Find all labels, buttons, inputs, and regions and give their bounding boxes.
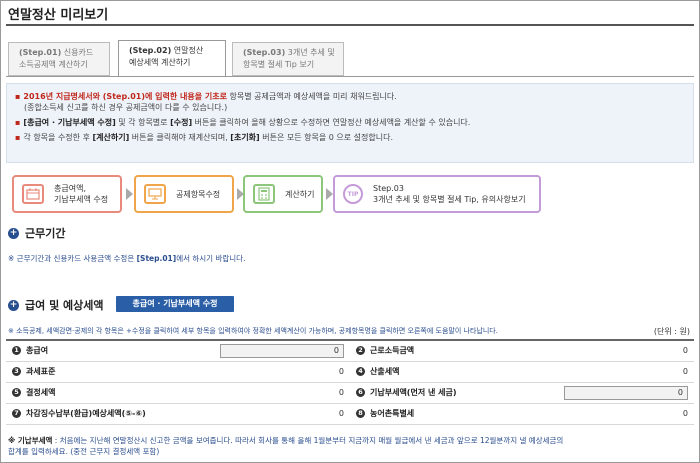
flow-line2: 기납부세액 수정 (54, 195, 109, 204)
notice-box: ▪ 2016년 지급명세서와 (Step.01)에 입력한 내용을 기초로 항목별… (6, 83, 694, 163)
number-badge: 1 (12, 346, 21, 356)
amount-value: 0 (338, 367, 344, 376)
number-badge: 4 (356, 367, 365, 376)
tab-line1: 연말정산 (171, 46, 204, 55)
amount-value: 0 (338, 388, 344, 397)
row-label-text: 차감징수납부(환급)예상세액(⑤-⑥) (26, 409, 146, 418)
section-heading: 근무기간 (25, 227, 66, 240)
edit-salary-tax-button[interactable]: 총급여 · 기납부세액 수정 (116, 296, 234, 312)
section-heading: 급여 및 예상세액 (25, 299, 104, 312)
row-value: 0 (196, 402, 350, 425)
flow-step-calculate[interactable]: 계산하기 (243, 175, 323, 213)
notice-line-2: (종합소득세 신고를 하신 경우 공제금액이 다를 수 있습니다.) (24, 103, 228, 112)
tab-step-label: (Step.01) (19, 48, 62, 57)
plus-icon: + (8, 299, 19, 311)
flow-line2: 3개년 추세 및 항목별 절세 Tip, 유의사항보기 (373, 195, 526, 204)
tab-line2: 예상세액 계산하기 (129, 58, 191, 67)
tab-line1: 신용카드 (61, 48, 94, 57)
tab-step-label: (Step.02) (129, 46, 172, 55)
tip-icon: TIP (343, 184, 363, 204)
row-label-text: 근로소득금액 (370, 346, 415, 356)
notice-line-1: ▪ 2016년 지급명세서와 (Step.01)에 입력한 내용을 기초로 항목별… (15, 92, 397, 101)
number-badge: 8 (356, 409, 365, 418)
row-label[interactable]: 1 총급여 (6, 339, 196, 362)
table-row: 3 과세표준 0 4 산출세액 0 (6, 360, 694, 383)
flow-line1: 공제항목수정 (176, 189, 221, 199)
flow-step-03-tips[interactable]: TIP Step.03 3개년 추세 및 항목별 절세 Tip, 유의사항보기 (333, 175, 541, 213)
row-label-text: 과세표준 (26, 367, 56, 376)
flow-line1: 총급여액, (54, 184, 86, 193)
tab-step-03[interactable]: (Step.03) 3개년 추세 및 항목별 절세 Tip 보기 (232, 42, 344, 76)
number-badge: 2 (356, 346, 365, 356)
row-value: 0 (196, 381, 350, 404)
salary-note: ※ 소득공제, 세액감면·공제의 각 항목은 +수정을 클릭하여 세부 항목을 … (8, 327, 498, 335)
section-salary: + 급여 및 예상세액 (8, 297, 104, 313)
row-value: 0 (540, 360, 694, 383)
table-row: 5 결정세액 0 6 기납부세액(먼저 낸 세금) 0 (6, 381, 694, 404)
row-label-text: 기납부세액(먼저 낸 세금) (370, 388, 457, 397)
row-label-text: 산출세액 (370, 367, 400, 376)
number-badge: 7 (12, 409, 21, 418)
tab-line2: 소득공제액 계산하기 (19, 60, 88, 69)
number-badge: 3 (12, 367, 21, 376)
flow-arrow (126, 188, 133, 200)
flow-line1: 계산하기 (285, 189, 315, 199)
row-label[interactable]: 7 차감징수납부(환급)예상세액(⑤-⑥) (6, 402, 196, 425)
work-period-note: ※ 근무기간과 신용카드 사용금액 수정은 [Step.01]에서 하시기 바랍… (8, 254, 246, 263)
row-label-text: 총급여 (26, 346, 49, 356)
tab-baseline (6, 76, 694, 77)
row-value: 0 (540, 381, 694, 404)
notice-line-3: ▪ [총급여 · 기납부세액 수정] 및 각 항목별로 [수정] 버튼을 클릭하여… (15, 118, 471, 127)
tab-step-01[interactable]: (Step.01) 신용카드 소득공제액 계산하기 (8, 42, 110, 76)
unit-label: (단위 : 원) (653, 327, 690, 336)
amount-field[interactable]: 0 (564, 385, 688, 400)
row-label-text: 농어촌특별세 (370, 409, 415, 418)
plus-icon: + (8, 227, 19, 239)
calendar-icon (22, 184, 44, 204)
row-label[interactable]: 5 결정세액 (6, 381, 196, 404)
row-value: 0 (196, 360, 350, 383)
amount-value: 0 (682, 409, 688, 418)
row-label[interactable]: 4 산출세액 (350, 360, 540, 383)
number-badge: 6 (356, 388, 365, 397)
row-label-text: 결정세액 (26, 388, 56, 397)
table-row: 7 차감징수납부(환급)예상세액(⑤-⑥) 0 8 농어촌특별세 0 (6, 402, 694, 425)
flow-step-salary-edit[interactable]: 총급여액, 기납부세액 수정 (12, 175, 122, 213)
notice-line-4: ▪ 각 항목을 수정한 후 [계산하기] 버튼을 클릭해야 재계산되며, [초기화… (15, 133, 393, 142)
tax-summary-table: 1 총급여 0 2 근로소득금액 0 3 과세표준 0 4 산출세액 0 5 결정세액 0 6 기납부세액(먼저… (6, 339, 694, 425)
row-label[interactable]: 8 농어촌특별세 (350, 402, 540, 425)
flow-step-deduction-edit[interactable]: 공제항목수정 (134, 175, 234, 213)
title-divider (6, 24, 694, 26)
amount-field[interactable]: 0 (220, 343, 344, 358)
flow-line1: Step.03 (373, 184, 404, 193)
row-label[interactable]: 3 과세표준 (6, 360, 196, 383)
amount-value: 0 (338, 409, 344, 418)
section-work-period: + 근무기간 (8, 225, 65, 241)
page-title: 연말정산 미리보기 (8, 8, 109, 23)
calculator-icon (253, 184, 275, 204)
row-label[interactable]: 6 기납부세액(먼저 낸 세금) (350, 381, 540, 404)
tab-line2: 항목별 절세 Tip 보기 (243, 60, 315, 69)
flow-arrow (326, 188, 333, 200)
monitor-icon (144, 184, 166, 204)
number-badge: 5 (12, 388, 21, 397)
row-value: 0 (540, 402, 694, 425)
tab-line1: 3개년 추세 및 (285, 48, 335, 57)
tab-step-label: (Step.03) (243, 48, 286, 57)
footer-note: ※ 기납부세액 : 처음에는 지난해 연말정산시 신고한 금액을 보여줍니다. … (8, 436, 564, 456)
row-label[interactable]: 2 근로소득금액 (350, 339, 540, 362)
amount-value: 0 (682, 346, 688, 356)
row-value: 0 (196, 339, 350, 362)
tab-step-02[interactable]: (Step.02) 연말정산 예상세액 계산하기 (118, 40, 226, 77)
row-value: 0 (540, 339, 694, 362)
amount-value: 0 (682, 367, 688, 376)
table-row: 1 총급여 0 2 근로소득금액 0 (6, 339, 694, 362)
